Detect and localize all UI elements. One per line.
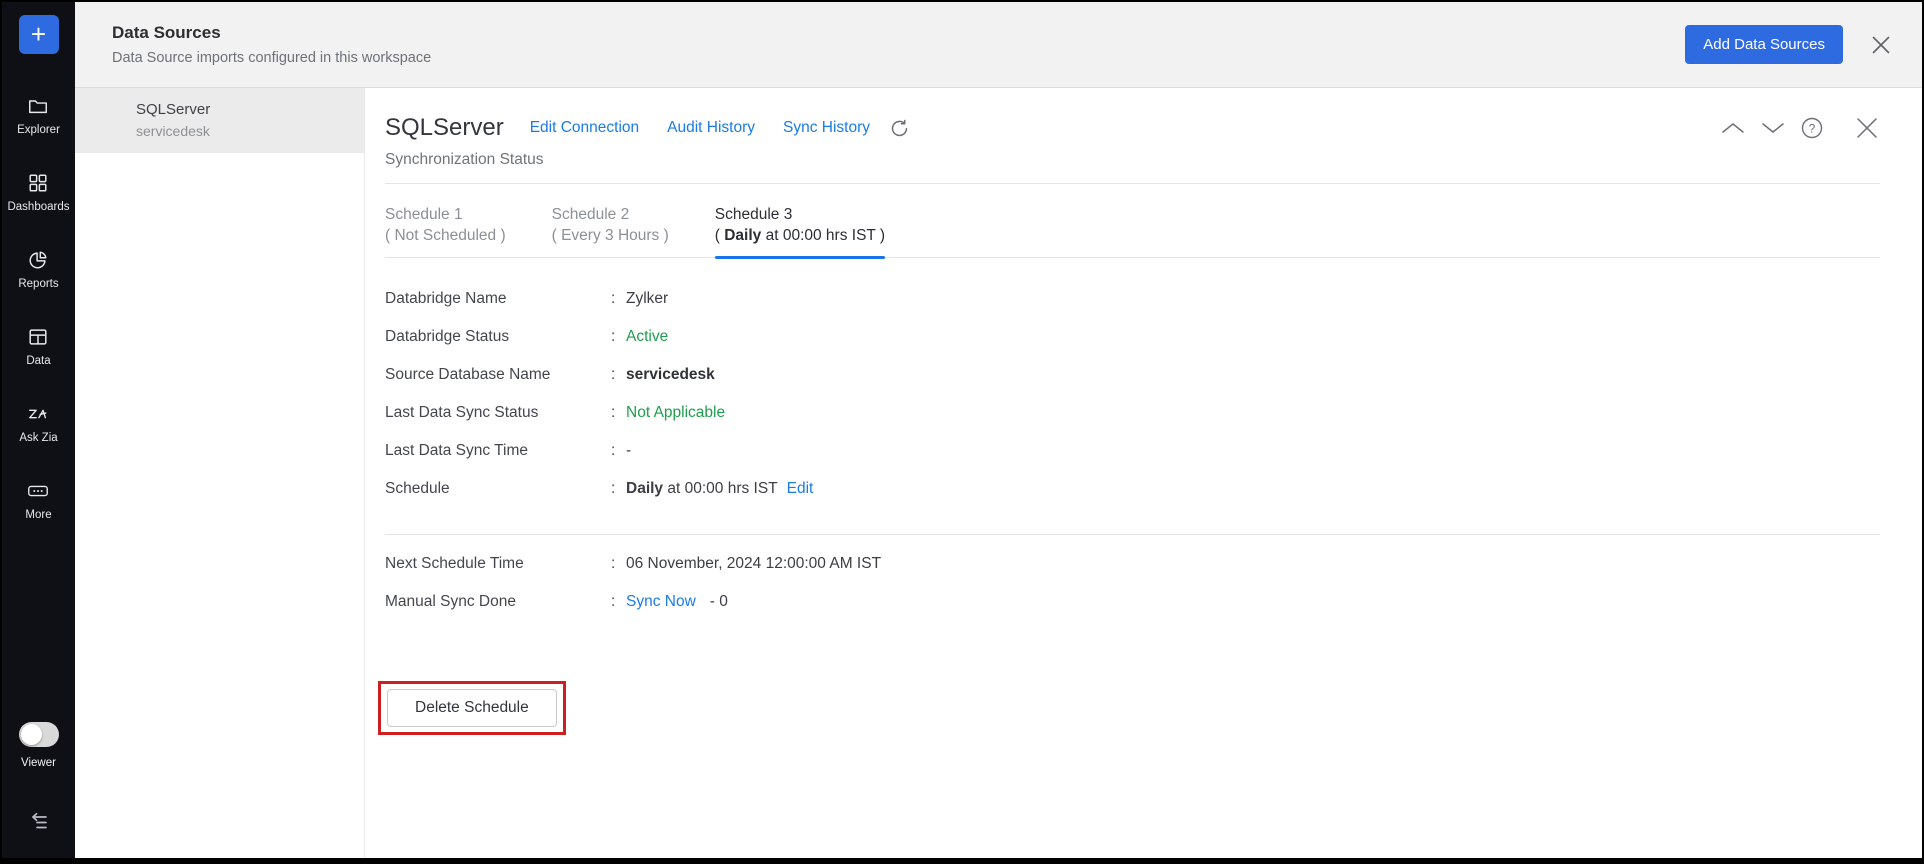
tab-line1: Schedule 2: [551, 206, 630, 223]
sync-history-link[interactable]: Sync History: [783, 119, 870, 137]
sync-now-link[interactable]: Sync Now: [626, 593, 696, 611]
connection-links: Edit Connection Audit History Sync Histo…: [530, 119, 870, 137]
page-header-titles: Data Sources Data Source imports configu…: [112, 23, 431, 66]
detail-row-last-sync-status: Last Data Sync Status : Not Applicable: [385, 404, 726, 421]
sidebar: + Explorer Dashboards Reports Data Ask Z…: [2, 2, 75, 858]
svg-text:?: ?: [1809, 122, 1816, 136]
table-icon: [27, 326, 49, 348]
ellipsis-icon: [26, 480, 50, 502]
tab-schedule-2[interactable]: Schedule 2 ( Every 3 Hours ): [552, 204, 669, 257]
app-window: + Explorer Dashboards Reports Data Ask Z…: [0, 0, 1924, 864]
detail-row-manual-sync-done: Manual Sync Done : Sync Now - 0: [385, 593, 728, 611]
schedule-details: Databridge Name : Zylker Databridge Stat…: [385, 280, 1880, 508]
sidebar-nav: Explorer Dashboards Reports Data Ask Zia…: [7, 95, 70, 521]
sidebar-item-reports[interactable]: Reports: [7, 249, 69, 290]
section-title: Synchronization Status: [385, 151, 544, 168]
tab-line2: ( Not Scheduled ): [385, 227, 506, 244]
data-source-database: servicedesk: [136, 123, 210, 139]
sync-status-panel: SQLServer Edit Connection Audit History …: [365, 88, 1922, 858]
schedule-tabs: Schedule 1 ( Not Scheduled ) Schedule 2 …: [385, 204, 1880, 259]
list-item-sqlserver[interactable]: SQLServer servicedesk: [75, 88, 364, 153]
sidebar-item-dashboards[interactable]: Dashboards: [7, 172, 70, 213]
folder-icon: [27, 95, 49, 117]
sidebar-item-label: More: [25, 509, 52, 521]
page-title: Data Sources: [112, 23, 221, 42]
collapse-sidebar-icon[interactable]: [26, 809, 52, 840]
tab-schedule-3[interactable]: Schedule 3 ( Daily at 00:00 hrs IST ): [714, 204, 886, 259]
chevron-down-icon[interactable]: [1760, 120, 1786, 136]
detail-row-next-schedule-time: Next Schedule Time : 06 November, 2024 1…: [385, 555, 882, 572]
page-subtitle: Data Source imports configured in this w…: [112, 50, 432, 66]
tab-line2: ( Every 3 Hours ): [551, 227, 669, 244]
detail-row-source-database: Source Database Name : servicedesk: [385, 366, 715, 383]
connection-title: SQLServer: [385, 114, 504, 141]
status-badge: Active: [626, 328, 669, 345]
sidebar-item-label: Reports: [18, 278, 59, 290]
add-data-sources-button[interactable]: Add Data Sources: [1685, 25, 1843, 64]
create-new-button[interactable]: +: [18, 15, 59, 54]
sidebar-item-label: Explorer: [17, 124, 60, 136]
chevron-up-icon[interactable]: [1720, 120, 1746, 136]
sidebar-item-label: Ask Zia: [19, 432, 58, 444]
content-area: Data Sources Data Source imports configu…: [75, 2, 1922, 858]
toggle-knob: [20, 724, 42, 745]
sidebar-item-label: Data: [26, 355, 51, 367]
viewer-toggle-label: Viewer: [21, 757, 56, 769]
tab-line1: Schedule 1: [385, 206, 463, 223]
sidebar-item-ask-zia[interactable]: Ask Zia: [7, 403, 69, 444]
viewer-toggle[interactable]: [18, 722, 59, 747]
audit-history-link[interactable]: Audit History: [667, 119, 755, 137]
data-sources-list: SQLServer servicedesk: [75, 88, 365, 858]
sidebar-item-explorer[interactable]: Explorer: [7, 95, 69, 136]
detail-row-last-sync-time: Last Data Sync Time : -: [385, 442, 632, 459]
detail-row-databridge-status: Databridge Status : Active: [385, 328, 669, 345]
divider: [385, 183, 1880, 184]
edit-connection-link[interactable]: Edit Connection: [530, 119, 639, 137]
tab-schedule-1[interactable]: Schedule 1 ( Not Scheduled ): [385, 204, 506, 257]
sidebar-item-data[interactable]: Data: [7, 326, 69, 367]
edit-schedule-link[interactable]: Edit: [787, 480, 814, 498]
sidebar-bottom: Viewer: [18, 722, 59, 840]
tab-line2: ( Daily at 00:00 hrs IST ): [714, 227, 886, 244]
panel-close-icon[interactable]: [1854, 115, 1880, 141]
sidebar-item-more[interactable]: More: [7, 480, 69, 521]
grid-icon: [27, 172, 49, 194]
zia-icon: [26, 403, 50, 425]
status-badge: Not Applicable: [626, 404, 726, 421]
detail-row-databridge-name: Databridge Name : Zylker: [385, 290, 669, 307]
detail-row-schedule: Schedule : Daily at 00:00 hrs IST Edit: [385, 480, 814, 498]
tab-line1: Schedule 3: [714, 206, 793, 223]
delete-schedule-button[interactable]: Delete Schedule: [387, 689, 557, 727]
refresh-icon[interactable]: [889, 118, 910, 139]
annotation-highlight-box: Delete Schedule: [378, 681, 566, 735]
sidebar-item-label: Dashboards: [7, 201, 70, 213]
footer-details: Next Schedule Time : 06 November, 2024 1…: [385, 545, 1880, 621]
page-header: Data Sources Data Source imports configu…: [75, 2, 1922, 88]
divider: [385, 534, 1880, 535]
help-icon[interactable]: ?: [1800, 116, 1824, 140]
data-source-name: SQLServer: [136, 101, 211, 118]
panel-header: SQLServer Edit Connection Audit History …: [385, 114, 1880, 142]
panel-window-icons: ?: [1720, 115, 1880, 141]
close-icon[interactable]: [1869, 33, 1893, 57]
pie-chart-icon: [27, 249, 49, 271]
body-row: SQLServer servicedesk SQLServer Edit Con…: [75, 88, 1922, 858]
